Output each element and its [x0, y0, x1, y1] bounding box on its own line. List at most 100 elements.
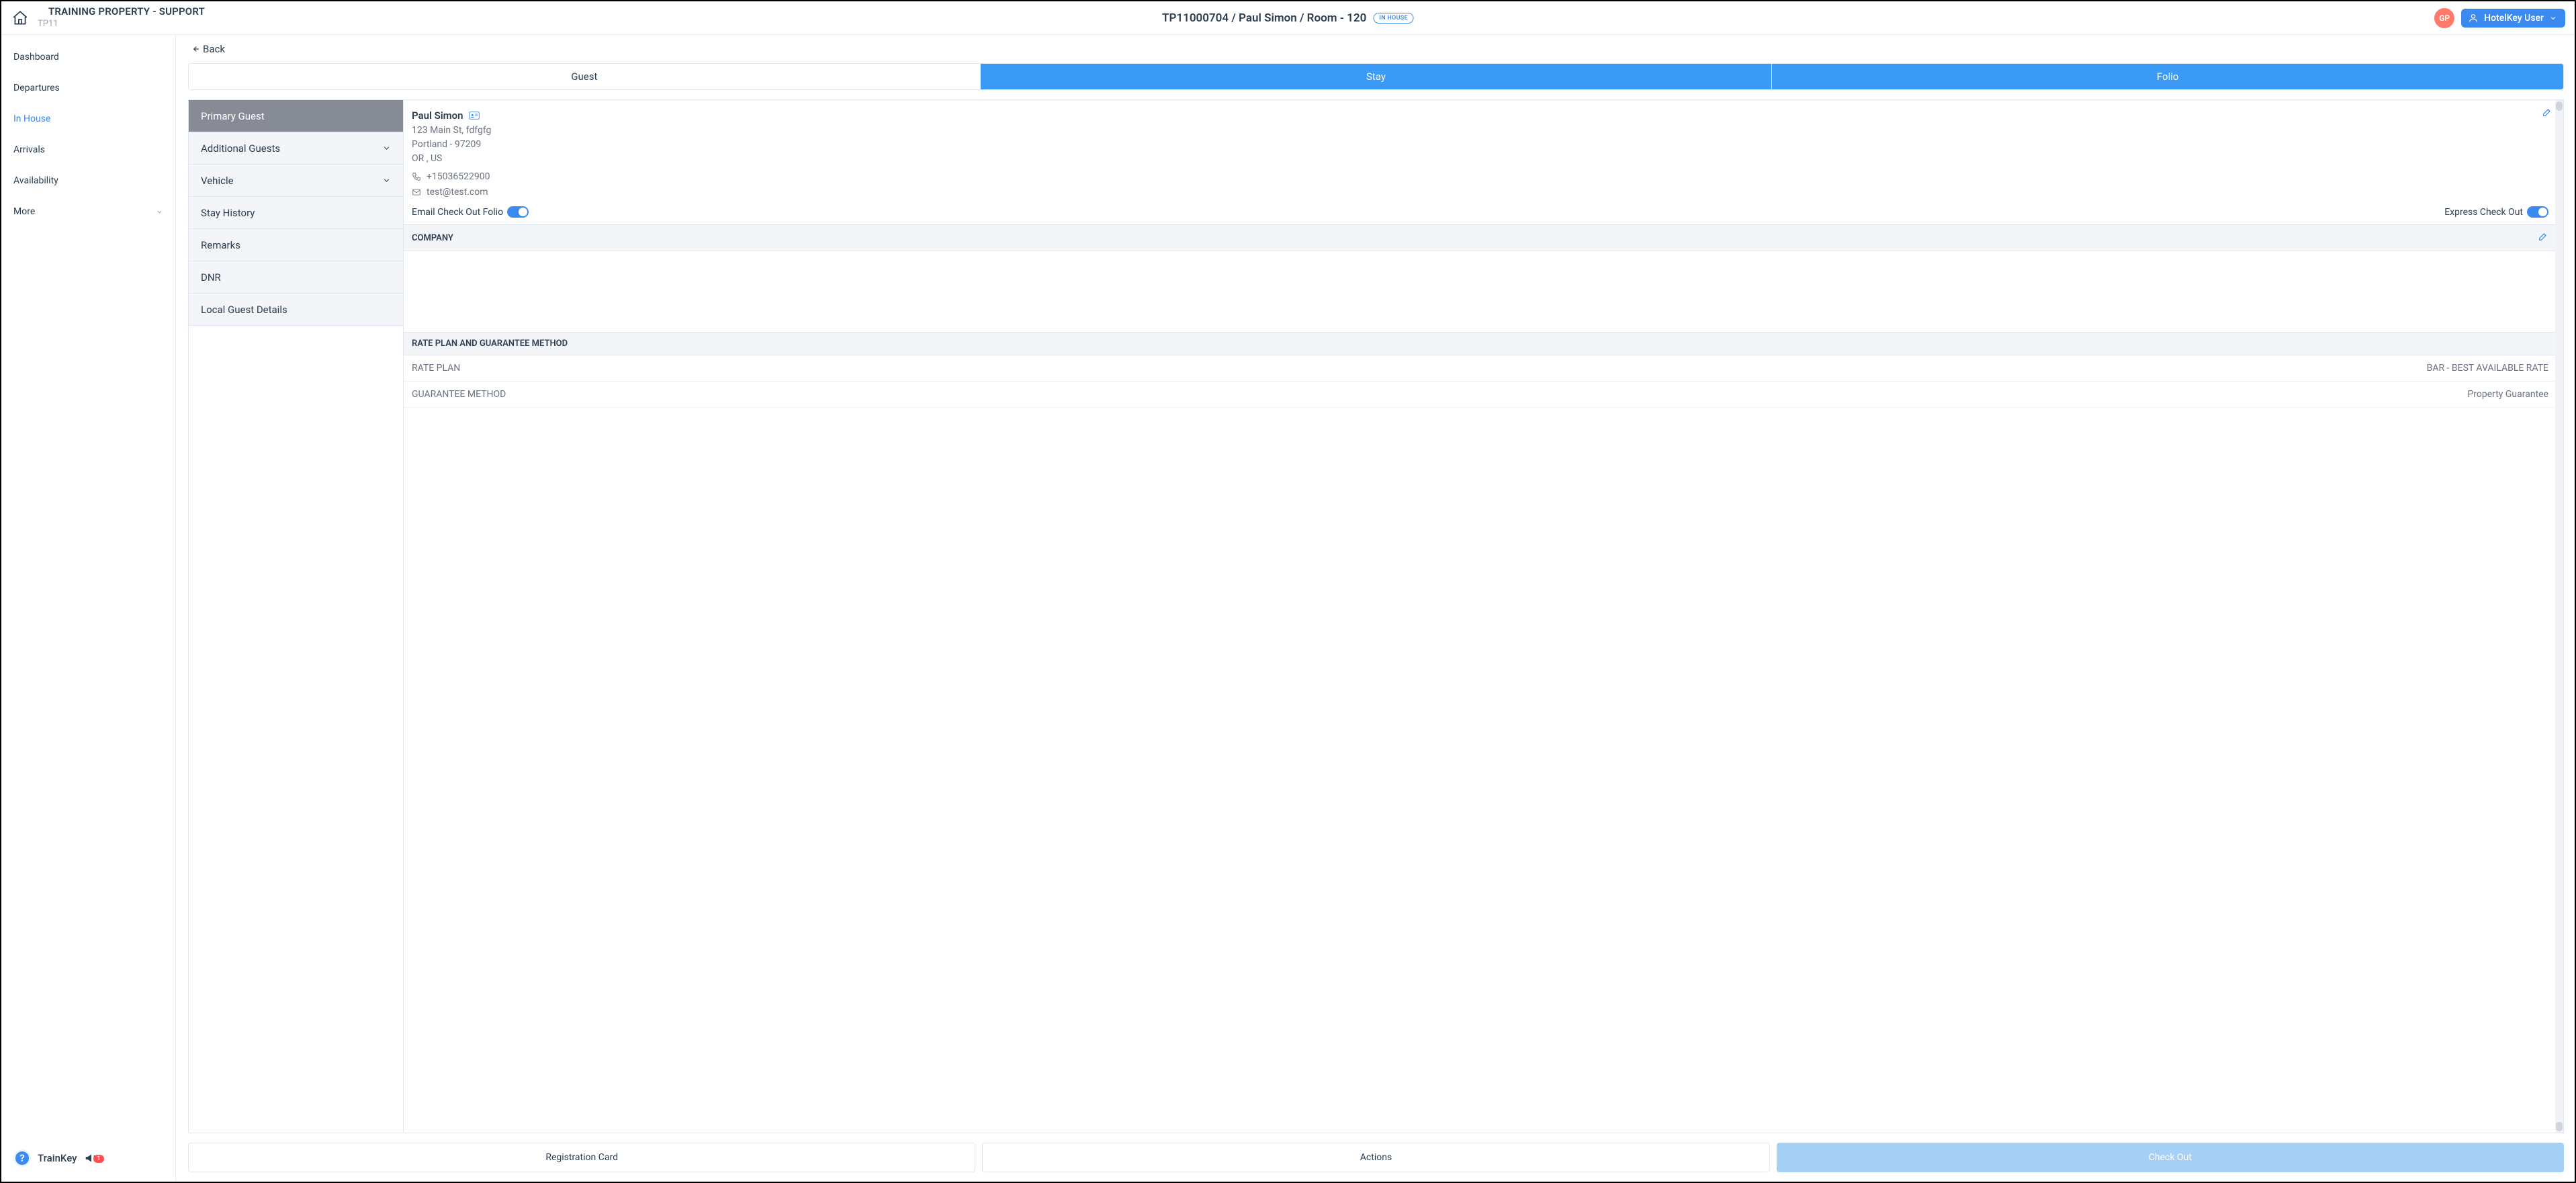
express-checkout-toggle[interactable]	[2527, 206, 2548, 218]
gnav-stay-history[interactable]: Stay History	[189, 197, 403, 229]
tab-folio[interactable]: Folio	[1772, 64, 2563, 89]
rate-plan-row: RATE PLAN BAR - BEST AVAILABLE RATE	[404, 355, 2557, 382]
status-badge: IN HOUSE	[1373, 13, 1414, 24]
edit-icon	[2538, 231, 2548, 242]
sidebar-item-availability[interactable]: Availability	[1, 165, 175, 196]
property-name: TRAINING PROPERTY - SUPPORT	[36, 6, 216, 17]
scroll-down-arrow[interactable]	[2556, 1122, 2563, 1131]
detail-tabs: Guest Stay Folio	[188, 63, 2564, 90]
user-menu-button[interactable]: HotelKey User	[2461, 9, 2565, 28]
rate-plan-value: BAR - BEST AVAILABLE RATE	[2427, 363, 2548, 374]
email-row: test@test.com	[412, 187, 2548, 198]
phone-row: +15036522900	[412, 171, 2548, 182]
gnav-additional-guests[interactable]: Additional Guests	[189, 132, 403, 165]
edit-guest-button[interactable]	[2542, 107, 2552, 120]
guarantee-row: GUARANTEE METHOD Property Guarantee	[404, 382, 2557, 408]
sidebar: Dashboard Departures In House Arrivals A…	[1, 35, 176, 1182]
company-section-header: COMPANY	[404, 224, 2557, 251]
actions-button[interactable]: Actions	[982, 1143, 1769, 1172]
gnav-label: Primary Guest	[201, 110, 265, 122]
gnav-primary-guest[interactable]: Primary Guest	[189, 100, 403, 132]
tab-label: Folio	[2157, 71, 2179, 83]
gnav-label: Additional Guests	[201, 142, 280, 155]
chevron-down-icon	[156, 208, 163, 216]
sidebar-item-arrivals[interactable]: Arrivals	[1, 134, 175, 165]
announcements-button[interactable]: 1	[84, 1151, 99, 1166]
gnav-fill	[189, 326, 403, 1133]
breadcrumb: TP11000704 / Paul Simon / Room - 120	[1162, 11, 1366, 25]
edit-company-button[interactable]	[2538, 231, 2548, 245]
arrow-left-icon	[191, 44, 200, 54]
express-checkout-label: Express Check Out	[2444, 207, 2523, 218]
email-checkout-label: Email Check Out Folio	[412, 207, 503, 218]
avatar[interactable]: GP	[2434, 8, 2454, 28]
home-icon[interactable]	[11, 9, 30, 28]
scrollbar[interactable]	[2555, 100, 2563, 1133]
gnav-label: DNR	[201, 271, 221, 283]
trainkey-label[interactable]: TrainKey	[38, 1152, 77, 1164]
notification-count: 1	[93, 1155, 103, 1163]
user-icon	[2468, 13, 2479, 24]
gnav-label: Vehicle	[201, 175, 234, 187]
registration-card-button[interactable]: Registration Card	[188, 1143, 975, 1172]
button-label: Actions	[1360, 1152, 1392, 1163]
button-label: Registration Card	[545, 1152, 618, 1163]
guest-info-card: Paul Simon 123 Main St, fdfgfg Portland …	[404, 100, 2557, 224]
rate-plan-label: RATE PLAN	[412, 363, 460, 374]
email-value: test@test.com	[427, 187, 488, 198]
rate-section-header: RATE PLAN AND GUARANTEE METHOD	[404, 332, 2557, 355]
sidebar-item-label: Arrivals	[13, 144, 45, 155]
sidebar-item-label: More	[13, 206, 35, 217]
sidebar-item-dashboard[interactable]: Dashboard	[1, 42, 175, 73]
phone-icon	[412, 172, 421, 181]
guarantee-label: GUARANTEE METHOD	[412, 389, 506, 400]
sidebar-item-more[interactable]: More	[1, 196, 175, 227]
guest-detail: Paul Simon 123 Main St, fdfgfg Portland …	[404, 100, 2563, 1133]
id-card-icon	[469, 111, 480, 120]
sidebar-item-label: In House	[13, 114, 50, 124]
tab-label: Guest	[571, 71, 597, 83]
gnav-label: Remarks	[201, 239, 240, 251]
guest-name: Paul Simon	[412, 109, 463, 122]
gnav-dnr[interactable]: DNR	[189, 261, 403, 294]
main-panel: Back Guest Stay Folio Primary Guest Addi…	[176, 35, 2575, 1182]
help-icon[interactable]: ?	[13, 1149, 31, 1167]
check-out-button[interactable]: Check Out	[1777, 1143, 2564, 1172]
sidebar-item-label: Availability	[13, 175, 58, 186]
tab-label: Stay	[1366, 71, 1386, 83]
sidebar-item-label: Dashboard	[13, 52, 59, 62]
sidebar-item-in-house[interactable]: In House	[1, 103, 175, 134]
app-header: TRAINING PROPERTY - SUPPORT TP11 TP11000…	[1, 1, 2575, 35]
sidebar-footer: ? TrainKey 1	[1, 1140, 175, 1182]
guest-content: Primary Guest Additional Guests Vehicle …	[188, 99, 2564, 1133]
gnav-vehicle[interactable]: Vehicle	[189, 165, 403, 197]
guest-subnav: Primary Guest Additional Guests Vehicle …	[189, 100, 404, 1133]
phone-value: +15036522900	[427, 171, 490, 182]
tab-guest[interactable]: Guest	[189, 64, 981, 89]
address-line-1: 123 Main St, fdfgfg	[412, 125, 2548, 136]
gnav-label: Local Guest Details	[201, 304, 287, 316]
tab-stay[interactable]: Stay	[981, 64, 1773, 89]
chevron-down-icon	[382, 144, 391, 152]
email-checkout-toggle[interactable]	[507, 206, 529, 218]
envelope-icon	[412, 187, 421, 197]
user-label: HotelKey User	[2484, 13, 2544, 24]
rate-header-label: RATE PLAN AND GUARANTEE METHOD	[412, 339, 568, 349]
gnav-remarks[interactable]: Remarks	[189, 229, 403, 261]
button-label: Check Out	[2149, 1152, 2192, 1163]
sidebar-item-departures[interactable]: Departures	[1, 73, 175, 103]
scroll-up-arrow[interactable]	[2556, 101, 2563, 111]
sidebar-item-label: Departures	[13, 83, 60, 93]
address-line-3: OR , US	[412, 153, 2548, 164]
gnav-local-guest-details[interactable]: Local Guest Details	[189, 294, 403, 326]
back-button[interactable]: Back	[191, 43, 225, 55]
guarantee-value: Property Guarantee	[2467, 389, 2548, 400]
back-label: Back	[203, 43, 225, 55]
address-line-2: Portland - 97209	[412, 139, 2548, 150]
property-code: TP11	[36, 19, 216, 30]
company-body	[404, 251, 2557, 332]
gnav-label: Stay History	[201, 207, 255, 219]
footer-actions: Registration Card Actions Check Out	[188, 1133, 2564, 1182]
chevron-down-icon	[2549, 14, 2557, 22]
company-header-label: COMPANY	[412, 233, 453, 243]
